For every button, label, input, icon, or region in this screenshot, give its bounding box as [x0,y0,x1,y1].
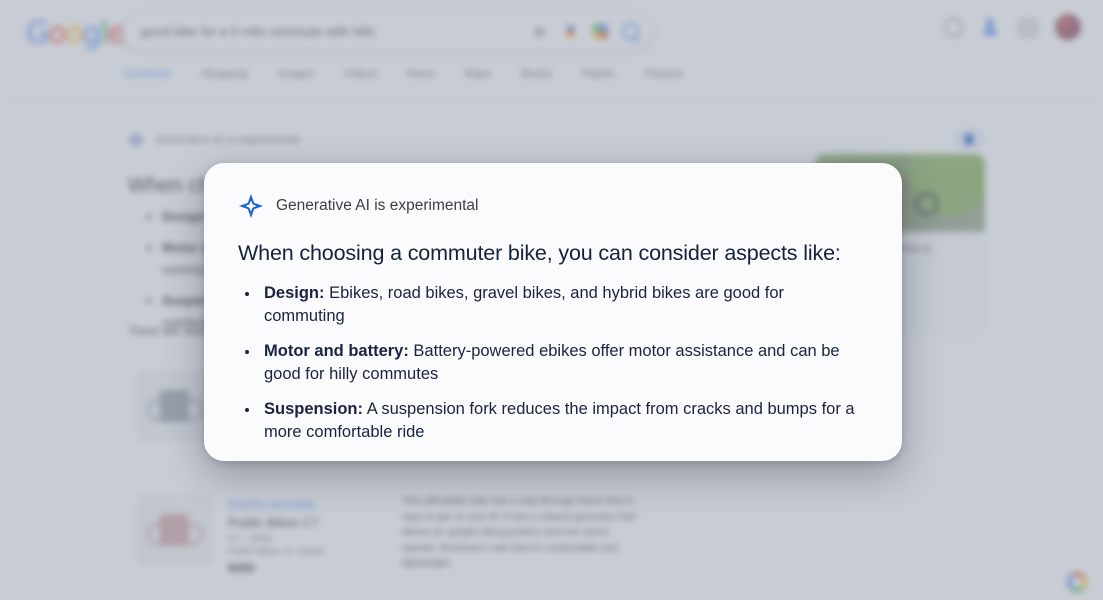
screen: Google good bike for a 5 mile commute wi… [0,0,1103,600]
modal-bullet-list: Design: Ebikes, road bikes, gravel bikes… [238,282,866,445]
sparkle-icon [238,193,264,219]
bullet-term: Motor and battery: [264,341,409,360]
modal-badge-label: Generative AI is experimental [276,197,479,214]
modal-title: When choosing a commuter bike, you can c… [238,241,841,265]
bullet-term: Design: [264,284,325,302]
modal-header: Generative AI is experimental [238,193,866,219]
bullet-term: Suspension: [264,399,364,418]
modal-bullet-item: Design: Ebikes, road bikes, gravel bikes… [260,282,866,329]
modal-bullet-item: Motor and battery: Battery-powered ebike… [260,340,866,387]
modal-bullet-item: Suspension: A suspension fork reduces th… [260,398,866,445]
generative-ai-modal: Generative AI is experimental When choos… [204,163,902,461]
bullet-text: Ebikes, road bikes, gravel bikes, and hy… [264,284,785,326]
